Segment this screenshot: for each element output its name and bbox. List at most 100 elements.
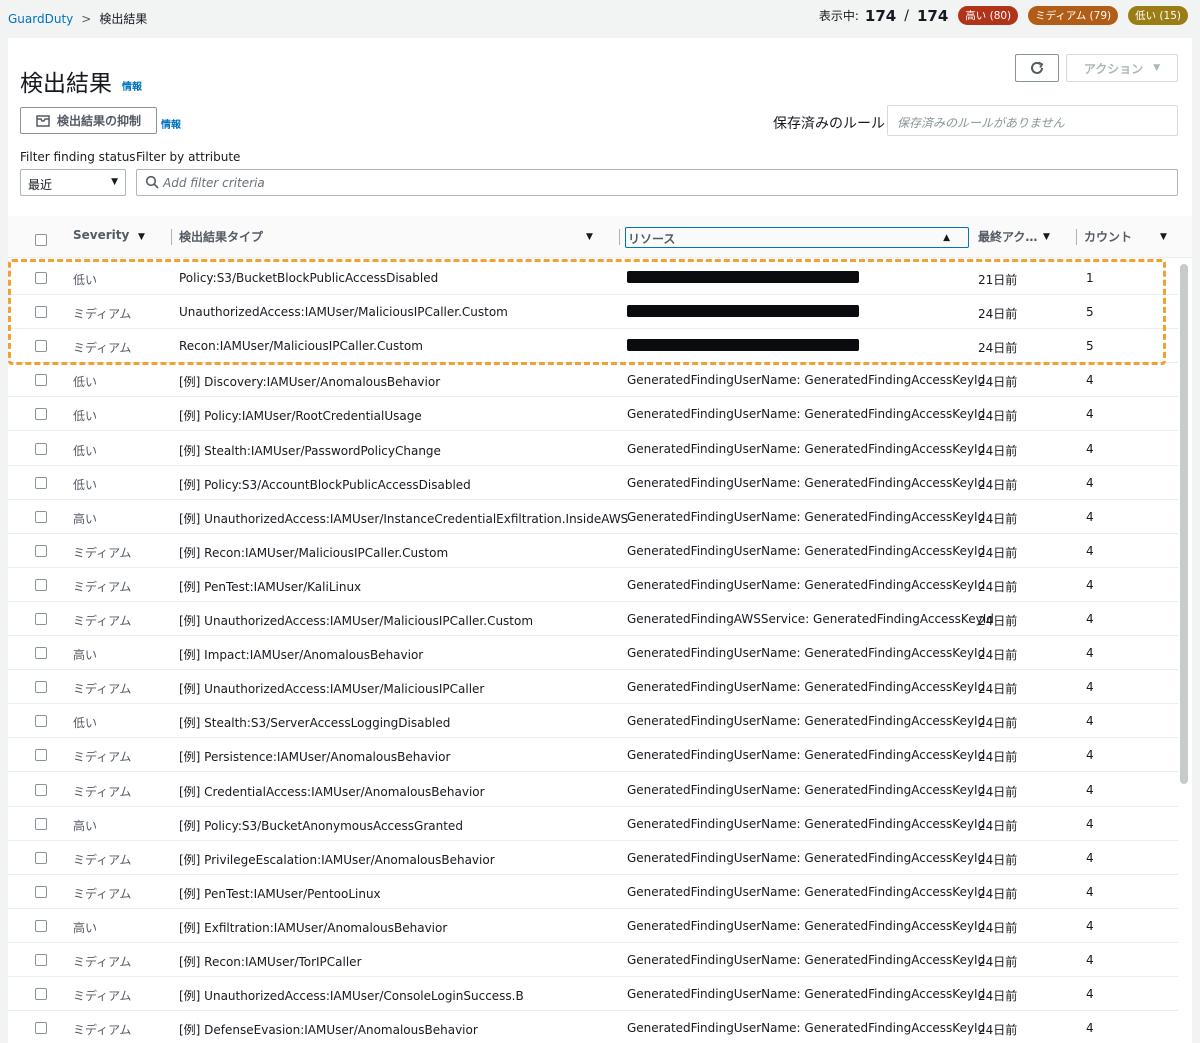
finding-type-link[interactable]: [例] PenTest:IAMUser/KaliLinux [179, 578, 361, 595]
table-row[interactable]: ミディアム [例] PrivilegeEscalation:IAMUser/Ano… [8, 841, 1178, 875]
counts-total: 174 [916, 6, 949, 25]
finding-type-link[interactable]: [例] Recon:IAMUser/TorIPCaller [179, 953, 362, 970]
table-row[interactable]: ミディアム [例] PenTest:IAMUser/PentooLinux Gene… [8, 875, 1178, 909]
table-row[interactable]: 低い [例] Stealth:IAMUser/PasswordPolicyChan… [8, 432, 1178, 466]
row-checkbox[interactable] [35, 988, 47, 1001]
finding-type-link[interactable]: [例] Persistence:IAMUser/AnomalousBehavio… [179, 748, 450, 765]
row-checkbox[interactable] [35, 954, 47, 966]
suppress-findings-button[interactable]: 検出結果の抑制 [20, 107, 157, 134]
finding-type-link[interactable]: [例] Exfiltration:IAMUser/AnomalousBehavi… [179, 919, 447, 936]
header-resource[interactable]: リソース ▲ [625, 227, 969, 248]
header-finding-type[interactable]: 検出結果タイプ [179, 228, 263, 245]
finding-type-link[interactable]: [例] UnauthorizedAccess:IAMUser/ConsoleLo… [179, 987, 524, 1004]
table-row[interactable]: 低い [例] Discovery:IAMUser/AnomalousBehavio… [8, 363, 1178, 398]
row-checkbox[interactable] [35, 681, 47, 694]
count-cell: 4 [1086, 714, 1094, 729]
table-row[interactable]: 高い [例] Impact:IAMUser/AnomalousBehavior Ge… [8, 636, 1178, 671]
table-row[interactable]: ミディアム [例] DefenseEvasion:IAMUser/Anomalou… [8, 1011, 1178, 1043]
row-checkbox[interactable] [35, 647, 47, 660]
filter-attribute-input[interactable]: Add filter criteria [136, 169, 1178, 196]
table-row[interactable]: ミディアム [例] Recon:IAMUser/MaliciousIPCaller… [8, 534, 1178, 568]
header-last-seen[interactable]: 最終アク… [978, 228, 1037, 245]
row-checkbox[interactable] [35, 374, 47, 387]
refresh-button[interactable] [1015, 54, 1059, 82]
table-row[interactable]: 低い [例] Policy:S3/AccountBlockPublicAccess… [8, 466, 1178, 500]
table-row[interactable]: 低い [例] Stealth:S3/ServerAccessLoggingDisa… [8, 704, 1178, 739]
last-seen-cell: 24日前 [978, 545, 1018, 560]
scrollbar[interactable] [1180, 264, 1188, 784]
finding-type-link[interactable]: [例] UnauthorizedAccess:IAMUser/Malicious… [179, 612, 533, 629]
last-seen-cell: 24日前 [978, 818, 1018, 833]
severity-cell: 高い [73, 511, 98, 526]
table-row[interactable]: ミディアム [例] UnauthorizedAccess:IAMUser/Mali… [8, 670, 1178, 705]
finding-type-link[interactable]: [例] Policy:S3/BucketAnonymousAccessGrant… [179, 817, 463, 834]
header-severity[interactable]: Severity [73, 228, 129, 242]
row-checkbox[interactable] [35, 578, 47, 591]
finding-type-link[interactable]: [例] DefenseEvasion:IAMUser/AnomalousBeha… [179, 1021, 478, 1038]
last-seen-cell: 24日前 [978, 955, 1018, 969]
column-divider[interactable] [171, 229, 172, 245]
low-count-badge[interactable]: 低い (15) [1128, 6, 1188, 25]
row-checkbox[interactable] [35, 408, 47, 421]
finding-type-link[interactable]: [例] CredentialAccess:IAMUser/AnomalousBe… [179, 783, 485, 800]
sort-down-icon[interactable]: ▼ [586, 232, 593, 242]
count-cell: 4 [1086, 884, 1094, 899]
table-row[interactable]: ミディアム [例] Recon:IAMUser/TorIPCaller Genera… [8, 943, 1178, 977]
row-checkbox[interactable] [35, 851, 47, 864]
table-row[interactable]: ミディアム [例] Persistence:IAMUser/AnomalousBe… [8, 738, 1178, 773]
last-seen-cell: 24日前 [978, 477, 1018, 492]
finding-type-link[interactable]: [例] UnauthorizedAccess:IAMUser/InstanceC… [179, 510, 628, 527]
finding-type-link[interactable]: [例] Policy:IAMUser/RootCredentialUsage [179, 407, 422, 424]
resource-cell: GeneratedFindingUserName: GeneratedFindi… [627, 748, 986, 763]
column-divider[interactable] [619, 229, 620, 245]
table-row[interactable]: ミディアム [例] UnauthorizedAccess:IAMUser/Mali… [8, 602, 1178, 636]
row-checkbox[interactable] [35, 544, 47, 557]
finding-type-link[interactable]: [例] PenTest:IAMUser/PentooLinux [179, 885, 381, 902]
row-checkbox[interactable] [35, 442, 47, 455]
row-checkbox[interactable] [35, 1022, 47, 1035]
finding-type-link[interactable]: [例] Stealth:IAMUser/PasswordPolicyChange [179, 442, 441, 459]
saved-rules-select[interactable]: 保存済みのルールがありません [887, 105, 1178, 136]
finding-type-link[interactable]: [例] Impact:IAMUser/AnomalousBehavior [179, 646, 423, 663]
row-checkbox[interactable] [35, 510, 47, 523]
actions-dropdown-button[interactable]: アクション ▼ [1066, 54, 1178, 82]
header-count[interactable]: カウント [1084, 228, 1132, 245]
row-checkbox[interactable] [35, 749, 47, 762]
finding-status-select[interactable]: 最近 ▼ [20, 169, 126, 196]
table-row[interactable]: 低い [例] Policy:IAMUser/RootCredentialUsage… [8, 397, 1178, 432]
count-cell: 4 [1086, 782, 1094, 797]
resource-cell: GeneratedFindingAWSService: GeneratedFin… [627, 612, 994, 626]
severity-cell: ミディアム [73, 579, 132, 594]
finding-type-link[interactable]: [例] Policy:S3/AccountBlockPublicAccessDi… [179, 476, 471, 493]
table-row[interactable]: 高い [例] Policy:S3/BucketAnonymousAccessGra… [8, 807, 1178, 841]
table-row[interactable]: ミディアム [例] PenTest:IAMUser/KaliLinux Genera… [8, 568, 1178, 602]
row-checkbox[interactable] [35, 919, 47, 932]
row-checkbox[interactable] [35, 817, 47, 830]
table-row[interactable]: ミディアム [例] CredentialAccess:IAMUser/Anomal… [8, 773, 1178, 807]
title-info-link[interactable]: 情報 [122, 78, 142, 93]
suppress-info-link[interactable]: 情報 [161, 116, 181, 131]
breadcrumb-guardduty-link[interactable]: GuardDuty [8, 12, 73, 26]
finding-type-link[interactable]: [例] Stealth:S3/ServerAccessLoggingDisabl… [179, 714, 450, 731]
finding-type-link[interactable]: [例] PrivilegeEscalation:IAMUser/Anomalou… [179, 851, 495, 868]
table-row[interactable]: 高い [例] UnauthorizedAccess:IAMUser/Instanc… [8, 500, 1178, 534]
count-cell: 4 [1086, 918, 1094, 933]
select-all-checkbox[interactable] [35, 234, 47, 246]
row-checkbox[interactable] [35, 783, 47, 796]
sort-down-icon[interactable]: ▼ [1043, 232, 1050, 242]
table-row[interactable]: 高い [例] Exfiltration:IAMUser/AnomalousBeha… [8, 909, 1178, 943]
row-checkbox[interactable] [35, 476, 47, 489]
finding-type-link[interactable]: [例] Discovery:IAMUser/AnomalousBehavior [179, 373, 440, 390]
sort-down-icon[interactable]: ▼ [138, 232, 145, 242]
medium-count-badge[interactable]: ミディアム (79) [1028, 6, 1119, 25]
table-row[interactable]: ミディアム [例] UnauthorizedAccess:IAMUser/Cons… [8, 977, 1178, 1012]
sort-down-icon[interactable]: ▼ [1160, 232, 1167, 242]
count-cell: 4 [1086, 680, 1094, 695]
row-checkbox[interactable] [35, 715, 47, 728]
row-checkbox[interactable] [35, 613, 47, 625]
column-divider[interactable] [1076, 229, 1077, 245]
row-checkbox[interactable] [35, 885, 47, 898]
finding-type-link[interactable]: [例] UnauthorizedAccess:IAMUser/Malicious… [179, 680, 484, 697]
finding-type-link[interactable]: [例] Recon:IAMUser/MaliciousIPCaller.Cust… [179, 544, 448, 561]
high-count-badge[interactable]: 高い (80) [958, 6, 1019, 25]
